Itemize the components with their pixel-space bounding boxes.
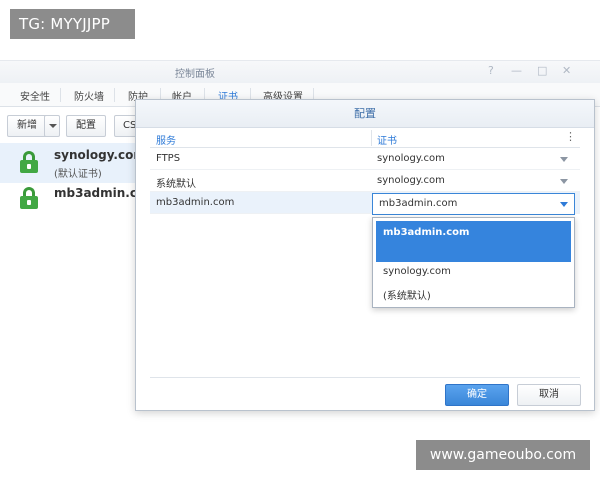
table-row[interactable]: FTPS synology.com [150,148,580,170]
watermark-bottom: www.gameoubo.com [416,440,590,470]
service-cell: FTPS [156,153,181,164]
tab-security[interactable]: 安全性 [20,88,50,103]
column-divider [371,130,372,146]
tab-divider [60,88,61,102]
certificate-cell[interactable]: synology.com [377,153,445,164]
certificate-dropdown-list: mb3admin.com synology.com (系统默认) [372,217,575,308]
window-title: 控制面板 [175,69,215,80]
lock-icon [20,187,38,209]
dropdown-option[interactable]: (系统默认) [376,287,571,302]
minimize-icon[interactable]: — [511,64,522,77]
certificate-select[interactable]: mb3admin.com [372,193,575,215]
chevron-down-icon[interactable] [560,157,568,162]
chevron-down-icon[interactable] [560,202,568,207]
tab-firewall[interactable]: 防火墙 [74,88,104,103]
ok-button[interactable]: 确定 [445,384,509,406]
tab-divider [114,88,115,102]
new-dropdown-button[interactable] [44,115,60,137]
service-cell: mb3admin.com [156,197,235,208]
column-menu-icon[interactable]: ⋮ [565,130,576,143]
new-button[interactable]: 新增 [7,115,47,137]
dropdown-option-selected[interactable]: mb3admin.com [376,221,571,262]
cancel-button[interactable]: 取消 [517,384,581,406]
configure-button[interactable]: 配置 [66,115,106,137]
table-row[interactable]: 系统默认 synology.com [150,170,580,192]
help-icon[interactable]: ? [488,64,494,77]
close-icon[interactable]: ✕ [562,64,571,77]
watermark-top: TG: MYYJJPP [10,9,135,39]
maximize-icon[interactable]: □ [537,64,547,77]
table-header: 服务 证书 ⋮ [150,128,580,148]
lock-icon [20,151,38,173]
certificate-name: synology.com [54,148,146,162]
dialog-footer-divider [150,377,580,378]
chevron-down-icon[interactable] [560,179,568,184]
window-titlebar: 控制面板 ? — □ ✕ [0,61,600,83]
certificate-select-value: mb3admin.com [379,198,458,209]
certificate-cell[interactable]: synology.com [377,175,445,186]
screenshot-page: 控制面板 ? — □ ✕ 安全性 防火墙 防护 帐户 证书 高级设置 新增 配置… [0,0,600,480]
service-cell: 系统默认 [156,179,196,190]
column-header-service[interactable]: 服务 [156,132,176,147]
certificate-default-label: (默认证书) [54,169,102,180]
column-header-certificate[interactable]: 证书 [377,132,397,147]
dropdown-option[interactable]: synology.com [376,266,571,277]
certificate-row[interactable]: mb3admin.com [0,183,158,223]
dialog-title: 配置 [136,100,594,128]
configure-dialog: 配置 服务 证书 ⋮ FTPS synology.com 系统默认 synolo… [135,99,595,411]
certificate-row[interactable]: synology.com (默认证书) [0,143,146,183]
